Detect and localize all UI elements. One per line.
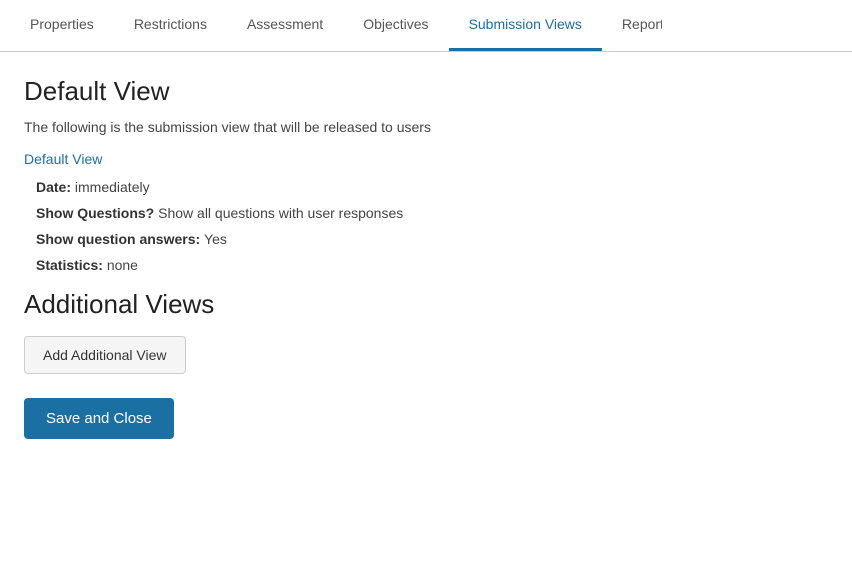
detail-value: Show all questions with user responses (158, 205, 403, 221)
detail-value: none (107, 257, 138, 273)
detail-label: Show Questions? (36, 205, 158, 221)
tab-properties[interactable]: Properties (10, 0, 114, 51)
default-view-title: Default View (24, 76, 828, 107)
tab-reports[interactable]: Reports (602, 0, 662, 51)
additional-views-title: Additional Views (24, 289, 828, 320)
tab-objectives[interactable]: Objectives (343, 0, 448, 51)
detail-label: Date: (36, 179, 75, 195)
save-close-button[interactable]: Save and Close (24, 398, 174, 439)
detail-row: Show Questions? Show all questions with … (36, 205, 828, 221)
detail-value: Yes (204, 231, 227, 247)
detail-row: Statistics: none (36, 257, 828, 273)
detail-value: immediately (75, 179, 150, 195)
detail-label: Statistics: (36, 257, 107, 273)
tab-submission-views[interactable]: Submission Views (449, 0, 602, 51)
detail-label: Show question answers: (36, 231, 204, 247)
main-content: Default View The following is the submis… (0, 52, 852, 459)
detail-row: Show question answers: Yes (36, 231, 828, 247)
add-additional-view-button[interactable]: Add Additional View (24, 336, 186, 374)
tab-bar: PropertiesRestrictionsAssessmentObjectiv… (0, 0, 852, 52)
tab-assessment[interactable]: Assessment (227, 0, 343, 51)
detail-row: Date: immediately (36, 179, 828, 195)
default-view-link[interactable]: Default View (24, 151, 828, 167)
tab-restrictions[interactable]: Restrictions (114, 0, 227, 51)
description-text: The following is the submission view tha… (24, 119, 828, 135)
